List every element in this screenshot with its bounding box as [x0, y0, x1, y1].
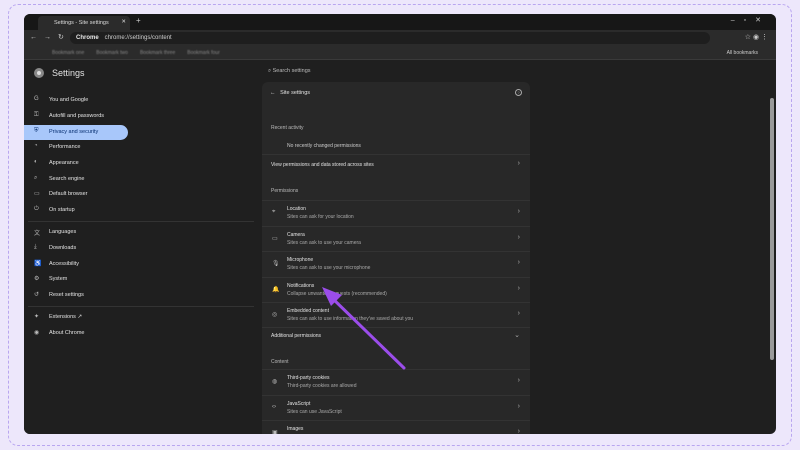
- annotation-arrow: [322, 287, 406, 370]
